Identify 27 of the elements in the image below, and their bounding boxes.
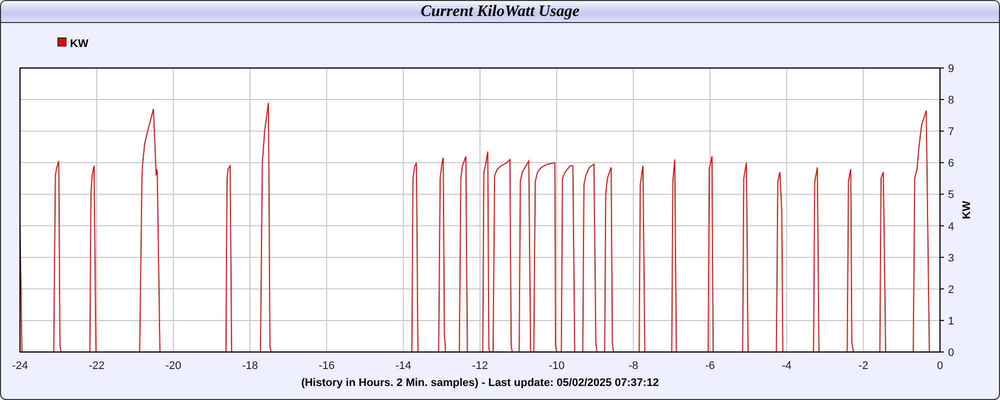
x-tick-label: 0	[936, 360, 944, 372]
x-tick-label: -2	[858, 360, 868, 372]
x-tick-label: -22	[88, 360, 105, 372]
y-tick-label: 4	[948, 220, 954, 233]
x-tick-label: -10	[548, 360, 565, 372]
x-tick-label: -12	[472, 360, 488, 372]
x-tick-label: -16	[318, 360, 335, 372]
x-tick-label: -8	[628, 360, 638, 372]
y-tick-label: 9	[948, 63, 954, 75]
y-tick-label: 5	[948, 189, 954, 202]
x-tick-label: -6	[705, 360, 715, 372]
x-tick-label: -14	[395, 360, 412, 372]
x-tick-label: -20	[165, 360, 182, 372]
y-tick-label: 0	[948, 347, 954, 359]
y-tick-label: 1	[948, 315, 954, 328]
y-tick-label: 3	[948, 252, 954, 264]
y-tick-label: 7	[948, 126, 954, 138]
y-tick-label: 8	[948, 94, 954, 107]
y-tick-label: 2	[948, 284, 954, 296]
x-axis-caption: (History in Hours. 2 Min. samples) - Last update: 05/02/2025 07:37:12	[301, 377, 659, 389]
y-tick-label: 6	[948, 158, 954, 170]
x-tick-label: -4	[782, 360, 792, 372]
x-tick-label: -18	[242, 360, 258, 372]
legend-label: KW	[70, 38, 88, 50]
chart-title: Current KiloWatt Usage	[1, 1, 999, 23]
y-axis-title: KW	[961, 200, 973, 220]
x-tick-label: -24	[12, 360, 28, 372]
